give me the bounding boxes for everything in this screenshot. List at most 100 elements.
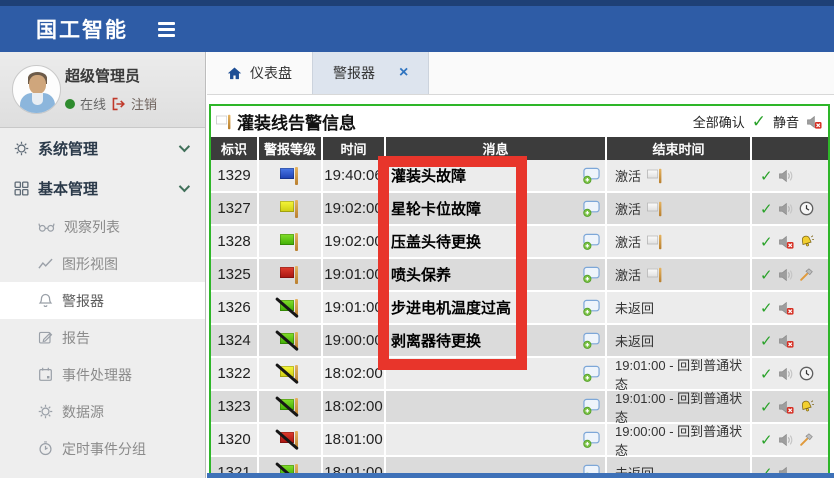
alarm-message: 喷头保养 xyxy=(391,264,451,285)
alarm-row[interactable]: 132919:40:06灌装头故障激活✓ xyxy=(211,160,828,191)
alarm-row[interactable]: 132619:01:00步进电机温度过高未返回✓ xyxy=(211,292,828,323)
sidebar-item-系统管理[interactable]: 系统管理 xyxy=(0,128,205,168)
sidebar-item-报告[interactable]: 报告 xyxy=(0,319,205,356)
speaker-icon[interactable] xyxy=(778,202,794,216)
user-panel: 超级管理员 在线 注销 xyxy=(0,52,205,128)
sidebar-item-事件处理器[interactable]: 事件处理器 xyxy=(0,356,205,393)
speaker-icon[interactable] xyxy=(778,268,794,282)
add-comment-bubble-icon[interactable] xyxy=(582,332,601,349)
sidebar-item-数据源[interactable]: 数据源 xyxy=(0,393,205,430)
alarm-message: 步进电机温度过高 xyxy=(391,297,511,318)
add-comment-bubble-icon[interactable] xyxy=(582,431,601,448)
alarm-row[interactable]: 132318:02:0019:01:00 - 回到普通状态✓ xyxy=(211,391,828,422)
speaker-icon[interactable] xyxy=(778,169,794,183)
alarm-id: 1328 xyxy=(211,226,257,257)
alarm-message: 灌装头故障 xyxy=(391,165,466,186)
alarm-level-cell xyxy=(259,259,321,290)
check-icon[interactable]: ✓ xyxy=(760,398,773,416)
horizontal-scrollbar[interactable] xyxy=(207,473,834,478)
red-slash-flag-icon xyxy=(279,430,301,450)
speaker-muted-icon[interactable] xyxy=(778,235,794,249)
alarm-message-cell xyxy=(386,391,605,422)
alarm-end-status-cell: 19:01:00 - 回到普通状态 xyxy=(607,391,750,422)
speaker-muted-icon[interactable] xyxy=(778,301,794,315)
green-slash-flag-icon xyxy=(279,397,301,417)
alarm-level-cell xyxy=(259,160,321,191)
sidebar: 超级管理员 在线 注销 系统管理基本管理观察列表图形视图警报器报告事件处理器数据… xyxy=(0,52,206,478)
alarm-row[interactable]: 132519:01:00喷头保养激活✓ xyxy=(211,259,828,290)
sidebar-item-观察列表[interactable]: 观察列表 xyxy=(0,208,205,245)
alarm-message-cell: 压盖头待更换 xyxy=(386,226,605,257)
alarm-level-cell xyxy=(259,226,321,257)
alarm-level-cell xyxy=(259,424,321,455)
check-icon[interactable]: ✓ xyxy=(760,200,773,218)
sidebar-item-label: 基本管理 xyxy=(38,178,98,199)
add-comment-bubble-icon[interactable] xyxy=(582,398,601,415)
alarm-message: 压盖头待更换 xyxy=(391,231,481,252)
sidebar-item-警报器[interactable]: 警报器 xyxy=(0,282,205,319)
tab-警报器[interactable]: 警报器 × xyxy=(312,52,429,94)
confirm-all-button[interactable]: 全部确认 xyxy=(693,112,745,131)
alarm-end-status: 未返回 xyxy=(615,331,654,350)
add-comment-bubble-icon[interactable] xyxy=(582,365,601,382)
speaker-muted-icon[interactable] xyxy=(778,400,794,414)
alarm-time: 19:01:00 xyxy=(323,292,384,323)
check-icon[interactable]: ✓ xyxy=(760,266,773,284)
check-icon[interactable]: ✓ xyxy=(760,233,773,251)
tab-仪表盘[interactable]: 仪表盘 xyxy=(207,52,312,94)
alarm-end-status: 激活 xyxy=(615,265,641,284)
mute-button[interactable]: 静音 xyxy=(773,112,799,131)
sidebar-item-基本管理[interactable]: 基本管理 xyxy=(0,168,205,208)
blue-flag-icon xyxy=(279,166,301,186)
add-comment-bubble-icon[interactable] xyxy=(582,167,601,184)
speaker-icon[interactable] xyxy=(778,367,794,381)
sign-out-icon[interactable] xyxy=(111,97,126,111)
sidebar-item-定时事件分组[interactable]: 定时事件分组 xyxy=(0,430,205,467)
alarm-row[interactable]: 132218:02:0019:01:00 - 回到普通状态✓ xyxy=(211,358,828,389)
panel-header: 灌装线告警信息 全部确认 ✓ 静音 xyxy=(211,106,828,137)
alarm-row[interactable]: 132018:01:0019:00:00 - 回到普通状态✓ xyxy=(211,424,828,455)
alarm-id: 1327 xyxy=(211,193,257,224)
alarm-end-status-cell: 19:01:00 - 回到普通状态 xyxy=(607,358,750,389)
alarm-row[interactable]: 132719:02:00星轮卡位故障激活✓ xyxy=(211,193,828,224)
tab-label: 警报器 xyxy=(333,63,375,83)
sidebar-item-label: 警报器 xyxy=(62,291,104,311)
speaker-icon[interactable] xyxy=(778,433,794,447)
user-name: 超级管理员 xyxy=(65,65,140,86)
alarm-message-cell: 步进电机温度过高 xyxy=(386,292,605,323)
sidebar-item-label: 系统管理 xyxy=(38,138,98,159)
add-comment-bubble-icon[interactable] xyxy=(582,299,601,316)
check-icon[interactable]: ✓ xyxy=(760,299,773,317)
alarm-row[interactable]: 132419:00:00剥离器待更换未返回✓ xyxy=(211,325,828,356)
active-white-flag-icon xyxy=(646,234,664,250)
alarm-message-cell: 星轮卡位故障 xyxy=(386,193,605,224)
bell-icon xyxy=(38,293,53,308)
check-icon[interactable]: ✓ xyxy=(760,167,773,185)
green-flag-icon xyxy=(279,232,301,252)
add-comment-bubble-icon[interactable] xyxy=(582,266,601,283)
grid-icon xyxy=(14,181,29,196)
alarm-end-status-cell: 未返回 xyxy=(607,292,750,323)
logout-link[interactable]: 注销 xyxy=(131,94,157,113)
alarm-message-cell: 喷头保养 xyxy=(386,259,605,290)
speaker-muted-icon[interactable] xyxy=(806,115,822,129)
confirm-all-check-icon[interactable]: ✓ xyxy=(752,112,766,132)
column-header-level: 警报等级 xyxy=(259,137,321,160)
alarm-time: 18:02:00 xyxy=(323,358,384,389)
sidebar-item-图形视图[interactable]: 图形视图 xyxy=(0,245,205,282)
speaker-muted-icon[interactable] xyxy=(778,334,794,348)
close-icon[interactable]: × xyxy=(399,65,408,81)
alarm-end-status: 未返回 xyxy=(615,298,654,317)
add-comment-bubble-icon[interactable] xyxy=(582,233,601,250)
add-comment-bubble-icon[interactable] xyxy=(582,200,601,217)
hamburger-icon[interactable] xyxy=(158,22,175,37)
alarm-message-cell xyxy=(386,358,605,389)
main-content: 仪表盘警报器× 灌装线告警信息 全部确认 ✓ 静音 标识 警报等级 时间 消息 … xyxy=(207,52,834,478)
alarm-row[interactable]: 132819:02:00压盖头待更换激活✓ xyxy=(211,226,828,257)
check-icon[interactable]: ✓ xyxy=(760,365,773,383)
alarm-id: 1325 xyxy=(211,259,257,290)
check-icon[interactable]: ✓ xyxy=(760,332,773,350)
alarm-message-cell: 剥离器待更换 xyxy=(386,325,605,356)
check-icon[interactable]: ✓ xyxy=(760,431,773,449)
sidebar-item-组合事件监测器[interactable]: 组合事件监测器 xyxy=(0,467,205,478)
